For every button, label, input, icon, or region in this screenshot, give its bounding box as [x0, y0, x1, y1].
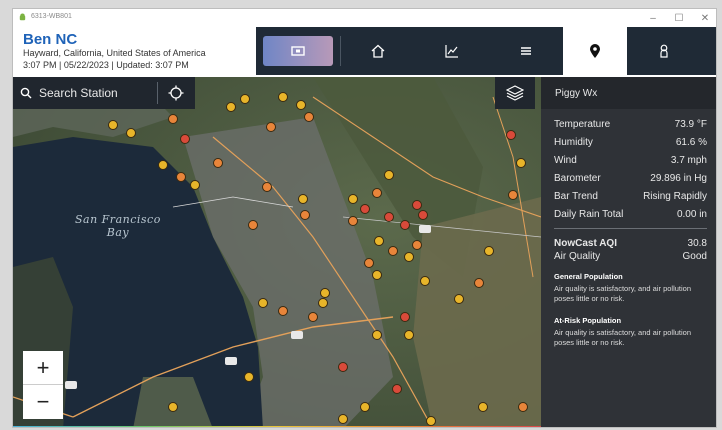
title-bar: 6313-WB801 – ☐ ✕ [13, 9, 716, 27]
nav-account[interactable] [627, 27, 701, 75]
reading-row-temperature: Temperature 73.9 °F [554, 119, 707, 130]
reading-row-barometer: Barometer 29.896 in Hg [554, 173, 707, 184]
panel-divider [554, 228, 707, 229]
air-quality-row: Air Quality Good [554, 251, 707, 262]
location-pin-icon [590, 44, 600, 58]
general-population-title: General Population [554, 272, 623, 281]
nav-list[interactable] [489, 27, 563, 75]
aqi-color-strip [13, 426, 541, 427]
window-title: 6313-WB801 [31, 13, 72, 20]
reading-row-wind: Wind 3.7 mph [554, 155, 707, 166]
main-nav [256, 27, 716, 75]
at-risk-population-title: At-Risk Population [554, 316, 622, 325]
search-input[interactable]: Search Station [39, 86, 157, 100]
zoom-in-button[interactable]: + [23, 351, 63, 385]
map-icon [291, 46, 305, 56]
general-population-text: Air quality is satisfactory, and air pol… [554, 284, 692, 303]
android-icon [19, 13, 26, 21]
station-map[interactable]: San Francisco Bay Search Station + − [13, 77, 541, 427]
layers-icon [506, 85, 524, 101]
chart-icon [445, 45, 458, 58]
reading-row-daily-rain: Daily Rain Total 0.00 in [554, 209, 707, 220]
person-icon [660, 44, 668, 58]
station-time: 3:07 PM | 05/22/2023 | Updated: 3:07 PM [23, 60, 189, 70]
maximize-button[interactable]: ☐ [666, 9, 692, 27]
station-header: Ben NC Hayward, California, United State… [13, 27, 716, 77]
app-window: 6313-WB801 – ☐ ✕ Ben NC Hayward, Califor… [12, 8, 717, 428]
aqi-value: 30.8 [687, 238, 707, 249]
station-detail-panel: Piggy Wx Temperature 73.9 °F Humidity 61.6… [541, 77, 716, 427]
nav-charts[interactable] [415, 27, 489, 75]
at-risk-population-text: Air quality is satisfactory, and air pol… [554, 328, 692, 347]
locate-button[interactable] [158, 77, 194, 109]
nav-map[interactable] [256, 27, 340, 75]
reading-row-humidity: Humidity 61.6 % [554, 137, 707, 148]
map-label-bay: San Francisco Bay [75, 213, 161, 239]
zoom-out-button[interactable]: − [23, 385, 63, 419]
station-location: Hayward, California, United States of Am… [23, 48, 206, 58]
reading-row-bar-trend: Bar Trend Rising Rapidly [554, 191, 707, 202]
layers-button[interactable] [495, 77, 535, 109]
panel-header: Piggy Wx [541, 77, 716, 109]
station-name: Ben NC [23, 31, 78, 48]
minimize-button[interactable]: – [640, 9, 666, 27]
crosshair-icon [168, 85, 184, 101]
nav-location[interactable] [563, 27, 627, 75]
search-bar[interactable]: Search Station [13, 77, 195, 109]
air-quality-label: Air Quality [554, 251, 601, 262]
panel-station-title: Piggy Wx [555, 88, 598, 99]
close-button[interactable]: ✕ [692, 9, 716, 27]
home-icon [371, 44, 385, 58]
nav-home[interactable] [341, 27, 415, 75]
search-icon [20, 87, 32, 99]
air-quality-value: Good [682, 251, 707, 262]
satellite-map-image [13, 77, 541, 427]
list-icon [521, 47, 531, 55]
aqi-row: NowCast AQI 30.8 [554, 238, 707, 249]
aqi-label: NowCast AQI [554, 238, 617, 249]
